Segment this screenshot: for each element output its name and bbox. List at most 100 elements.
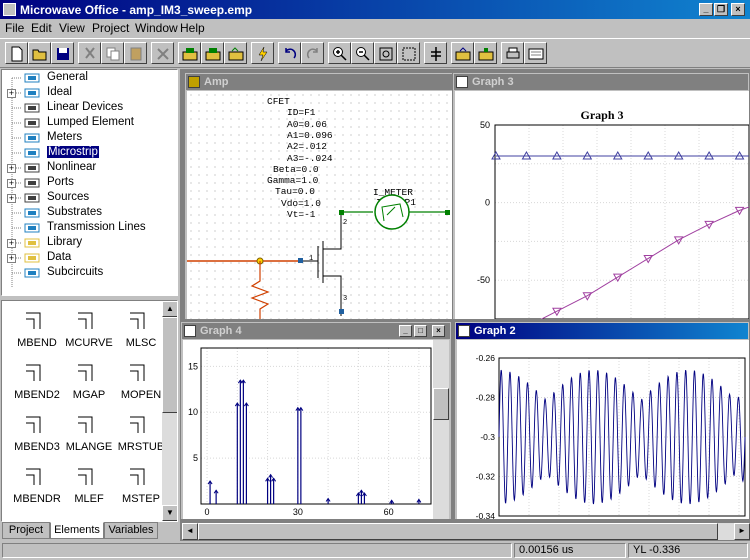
graph4-title-bar[interactable]: Graph 4 _ □ × — [182, 323, 450, 339]
add-schematic-button[interactable] — [178, 42, 201, 64]
analyze-button[interactable] — [251, 42, 274, 64]
minimize-button[interactable]: _ — [699, 3, 713, 16]
printer-icon — [506, 47, 520, 59]
save-button[interactable] — [51, 42, 74, 64]
zoom-area-button[interactable] — [397, 42, 420, 64]
tree-item-general[interactable]: General — [2, 71, 177, 86]
source-pin-node[interactable] — [339, 309, 344, 314]
resistor-symbol[interactable] — [250, 261, 270, 319]
menu-file[interactable]: File — [5, 21, 24, 35]
tree-item-ports[interactable]: + Ports — [2, 176, 177, 191]
tab-elements[interactable]: Elements — [50, 522, 104, 539]
copy-button[interactable] — [101, 42, 124, 64]
meter-output-node[interactable] — [445, 210, 450, 215]
port-folder-icon — [478, 48, 494, 61]
add-subcircuit-button[interactable] — [451, 42, 474, 64]
fet-symbol[interactable] — [303, 213, 342, 316]
tree-item-data[interactable]: + Data — [2, 251, 177, 266]
tree-item-transmission-lines[interactable]: Transmission Lines — [2, 221, 177, 236]
workspace-horizontal-scrollbar[interactable]: ◄ ► — [182, 523, 750, 540]
cut-button[interactable] — [78, 42, 101, 64]
graph4-maximize-button[interactable]: □ — [414, 325, 427, 337]
tree-item-sources[interactable]: + Sources — [2, 191, 177, 206]
add-netlist-button[interactable] — [201, 42, 224, 64]
add-graph-button[interactable] — [224, 42, 247, 64]
scroll-left-arrow[interactable]: ◄ — [182, 523, 198, 540]
tree-item-linear-devices[interactable]: Linear Devices — [2, 101, 177, 116]
tune-button[interactable] — [424, 42, 447, 64]
element-mstep[interactable]: MSTEP — [114, 459, 168, 511]
graph4-canvas[interactable]: 0 30 60 15 10 5 — [183, 340, 433, 519]
properties-button[interactable] — [524, 42, 547, 64]
graph2-title-bar[interactable]: Graph 2 — [456, 323, 748, 339]
tree-item-subcircuits[interactable]: Subcircuits — [2, 266, 177, 281]
restore-button[interactable]: ❐ — [714, 3, 728, 16]
graph3-title-bar[interactable]: Graph 3 — [454, 74, 748, 90]
ammeter-symbol[interactable] — [374, 194, 410, 230]
workspace-scroll-thumb[interactable] — [198, 523, 718, 540]
delete-button[interactable] — [151, 42, 174, 64]
tree-item-microstrip[interactable]: Microstrip — [2, 146, 177, 161]
graph2-window-title: Graph 2 — [474, 325, 516, 337]
tree-item-nonlinear[interactable]: + Nonlinear — [2, 161, 177, 176]
menu-project[interactable]: Project — [92, 21, 129, 35]
paste-button[interactable] — [124, 42, 147, 64]
menu-window[interactable]: Window — [135, 21, 178, 35]
scroll-up-arrow[interactable]: ▲ — [162, 301, 177, 317]
expand-toggle-icon[interactable]: + — [7, 164, 16, 173]
zoom-in-icon — [333, 47, 347, 61]
elements-scrollbar[interactable]: ▲ ▼ — [162, 301, 177, 521]
zoom-out-button[interactable] — [351, 42, 374, 64]
mopen-icon — [130, 364, 145, 381]
zoom-in-button[interactable] — [328, 42, 351, 64]
graph4-scroll-thumb[interactable] — [433, 388, 449, 420]
amp-schematic-window[interactable]: Amp CFET ID=F1 A0=0.06 A1=0.096 A2=.012 A3=-.… — [184, 72, 454, 320]
add-port-button[interactable] — [474, 42, 497, 64]
graph4-window[interactable]: Graph 4 _ □ × 0 30 60 15 10 5 — [180, 321, 452, 520]
scroll-down-arrow[interactable]: ▼ — [162, 505, 177, 521]
mlange-icon — [78, 416, 93, 433]
menu-help[interactable]: Help — [180, 21, 205, 35]
tab-project[interactable]: Project — [2, 522, 50, 539]
tree-item-meters[interactable]: Meters — [2, 131, 177, 146]
graph2-window[interactable]: Graph 2 -0.26 -0.28 -0.3 -0.32 -0.34 — [454, 321, 750, 520]
graph3-canvas[interactable]: Graph 3 50 0 -50 — [455, 91, 749, 319]
expand-toggle-icon[interactable]: + — [7, 239, 16, 248]
new-button[interactable] — [5, 42, 28, 64]
redo-button[interactable] — [301, 42, 324, 64]
element-mopen[interactable]: MOPEN — [114, 355, 168, 407]
gate-pin-node[interactable] — [298, 258, 303, 263]
tree-item-lumped-element[interactable]: Lumped Element — [2, 116, 177, 131]
app-icon[interactable] — [3, 3, 16, 16]
mbend-icon — [26, 312, 41, 329]
view-all-button[interactable] — [374, 42, 397, 64]
schematic-canvas[interactable]: CFET ID=F1 A0=0.06 A1=0.096 A2=.012 A3=-.024 B… — [187, 91, 452, 319]
tree-item-ideal[interactable]: + Ideal — [2, 86, 177, 101]
expand-toggle-icon[interactable]: + — [7, 194, 16, 203]
close-button[interactable]: × — [731, 3, 745, 16]
tree-item-library[interactable]: + Library — [2, 236, 177, 251]
elements-scroll-thumb[interactable] — [162, 317, 177, 413]
graph3-window[interactable]: Graph 3 Graph 3 50 0 -50 — [452, 72, 750, 320]
open-button[interactable] — [28, 42, 51, 64]
tab-variables[interactable]: Variables — [104, 522, 158, 539]
expand-toggle-icon[interactable]: + — [7, 254, 16, 263]
tree-item-substrates[interactable]: Substrates — [2, 206, 177, 221]
element-mlsc[interactable]: MLSC — [114, 303, 168, 355]
expand-toggle-icon[interactable]: + — [7, 179, 16, 188]
open-folder-icon — [32, 49, 47, 61]
transmission-lines-icon — [24, 222, 40, 234]
expand-toggle-icon[interactable]: + — [7, 89, 16, 98]
element-mrstub[interactable]: MRSTUB — [114, 407, 168, 459]
scroll-right-arrow[interactable]: ► — [734, 523, 750, 540]
menu-view[interactable]: View — [59, 21, 85, 35]
graph4-close-button[interactable]: × — [432, 325, 445, 337]
cut-scissors-icon — [85, 47, 95, 59]
graph4-scrollbar[interactable] — [433, 340, 449, 519]
print-button[interactable] — [501, 42, 524, 64]
graph4-minimize-button[interactable]: _ — [399, 325, 412, 337]
amp-title-bar[interactable]: Amp — [186, 74, 452, 90]
menu-edit[interactable]: Edit — [31, 21, 52, 35]
graph2-canvas[interactable]: -0.26 -0.28 -0.3 -0.32 -0.34 — [457, 340, 749, 519]
undo-button[interactable] — [278, 42, 301, 64]
